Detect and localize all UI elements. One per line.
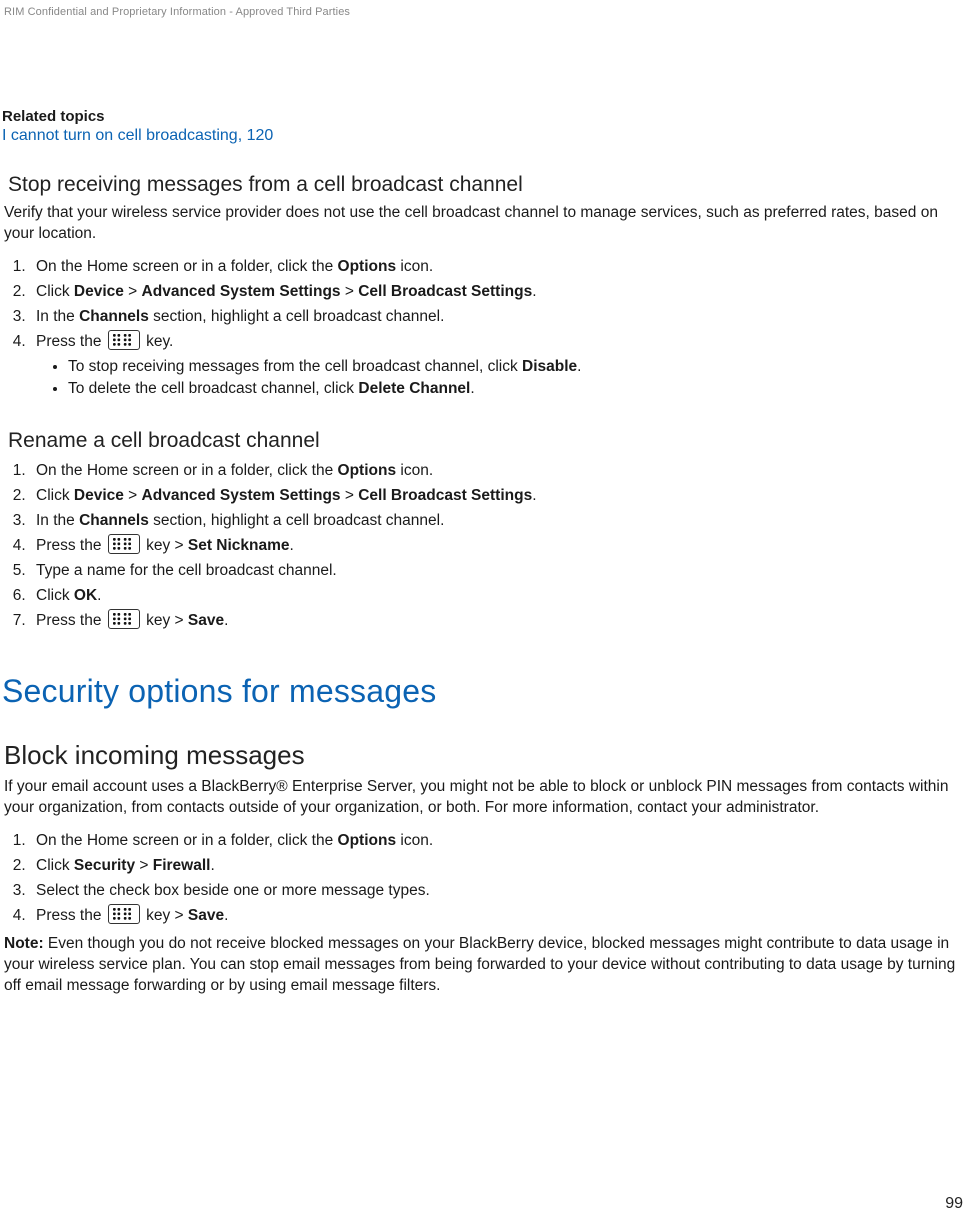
list-item: Click Security > Firewall.	[30, 854, 967, 878]
list-item: To delete the cell broadcast channel, cl…	[68, 378, 967, 400]
heading-security-options: Security options for messages	[2, 673, 967, 710]
heading-stop-receiving: Stop receiving messages from a cell broa…	[8, 173, 967, 197]
list-item: Type a name for the cell broadcast chann…	[30, 559, 967, 583]
page-content: Related topics I cannot turn on cell bro…	[0, 108, 973, 997]
heading-block-incoming: Block incoming messages	[4, 740, 967, 771]
menu-key-icon	[108, 330, 140, 350]
document-page: RIM Confidential and Proprietary Informa…	[0, 0, 973, 1227]
list-item: Press the key. To stop receiving message…	[30, 330, 967, 401]
menu-key-icon	[108, 534, 140, 554]
list-item: Click Device > Advanced System Settings …	[30, 484, 967, 508]
page-number: 99	[945, 1195, 963, 1213]
rename-steps-list: On the Home screen or in a folder, click…	[2, 459, 967, 633]
note-paragraph: Note: Even though you do not receive blo…	[4, 934, 965, 997]
list-item: On the Home screen or in a folder, click…	[30, 829, 967, 853]
list-item: Press the key > Save.	[30, 609, 967, 633]
list-item: Click OK.	[30, 584, 967, 608]
list-item: Press the key > Set Nickname.	[30, 534, 967, 558]
menu-key-icon	[108, 609, 140, 629]
note-label: Note:	[4, 935, 44, 952]
list-item: On the Home screen or in a folder, click…	[30, 255, 967, 279]
list-item: Select the check box beside one or more …	[30, 879, 967, 903]
list-item: To stop receiving messages from the cell…	[68, 356, 967, 378]
list-item: Click Device > Advanced System Settings …	[30, 280, 967, 304]
stop-steps-list: On the Home screen or in a folder, click…	[2, 255, 967, 401]
block-steps-list: On the Home screen or in a folder, click…	[2, 829, 967, 928]
menu-key-icon	[108, 904, 140, 924]
heading-rename-channel: Rename a cell broadcast channel	[8, 429, 967, 453]
stop-sub-bullets: To stop receiving messages from the cell…	[48, 356, 967, 401]
related-topic-link[interactable]: I cannot turn on cell broadcasting, 120	[2, 127, 273, 144]
related-topics-heading: Related topics	[2, 108, 967, 125]
list-item: Press the key > Save.	[30, 904, 967, 928]
list-item: On the Home screen or in a folder, click…	[30, 459, 967, 483]
confidential-header: RIM Confidential and Proprietary Informa…	[0, 0, 973, 18]
list-item: In the Channels section, highlight a cel…	[30, 509, 967, 533]
stop-intro: Verify that your wireless service provid…	[4, 203, 965, 245]
block-intro: If your email account uses a BlackBerry®…	[4, 777, 965, 819]
list-item: In the Channels section, highlight a cel…	[30, 305, 967, 329]
